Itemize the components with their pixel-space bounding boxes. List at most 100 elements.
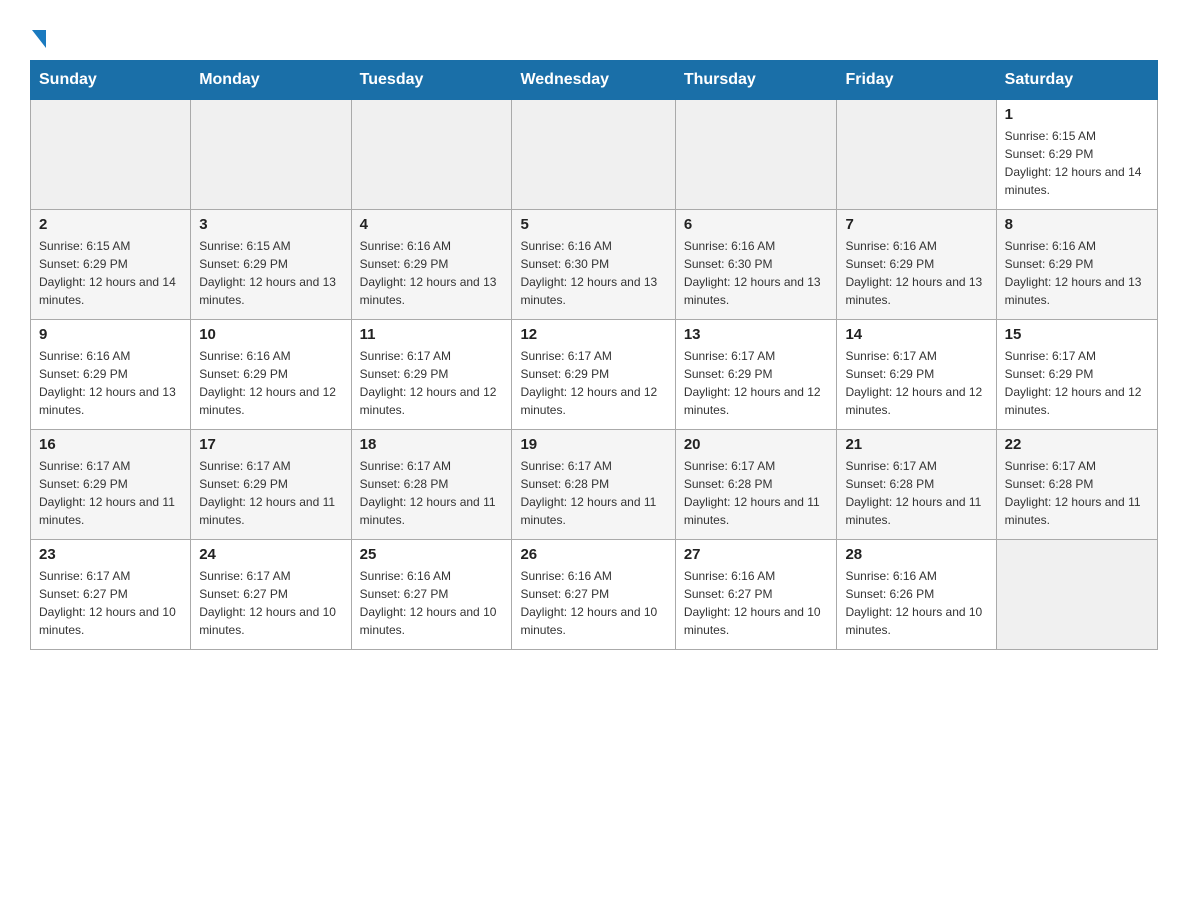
day-info: Sunrise: 6:17 AMSunset: 6:29 PMDaylight:… <box>845 347 987 419</box>
day-number: 25 <box>360 546 504 563</box>
day-info: Sunrise: 6:15 AMSunset: 6:29 PMDaylight:… <box>199 237 342 309</box>
calendar-cell: 17 Sunrise: 6:17 AMSunset: 6:29 PMDayligh… <box>191 430 351 540</box>
calendar-cell: 15 Sunrise: 6:17 AMSunset: 6:29 PMDayligh… <box>996 320 1157 430</box>
calendar-cell: 4 Sunrise: 6:16 AMSunset: 6:29 PMDaylight… <box>351 210 512 320</box>
day-info: Sunrise: 6:15 AMSunset: 6:29 PMDaylight:… <box>39 237 182 309</box>
calendar-cell: 18 Sunrise: 6:17 AMSunset: 6:28 PMDayligh… <box>351 430 512 540</box>
calendar-cell <box>351 100 512 210</box>
calendar-week-row: 23 Sunrise: 6:17 AMSunset: 6:27 PMDayligh… <box>31 540 1158 650</box>
calendar-cell: 10 Sunrise: 6:16 AMSunset: 6:29 PMDayligh… <box>191 320 351 430</box>
day-number: 15 <box>1005 326 1149 343</box>
calendar-cell: 6 Sunrise: 6:16 AMSunset: 6:30 PMDaylight… <box>675 210 837 320</box>
day-number: 28 <box>845 546 987 563</box>
calendar-cell: 24 Sunrise: 6:17 AMSunset: 6:27 PMDayligh… <box>191 540 351 650</box>
calendar-week-row: 9 Sunrise: 6:16 AMSunset: 6:29 PMDaylight… <box>31 320 1158 430</box>
day-info: Sunrise: 6:16 AMSunset: 6:29 PMDaylight:… <box>1005 237 1149 309</box>
day-number: 5 <box>520 216 666 233</box>
calendar-cell: 26Sunrise: 6:16 AMSunset: 6:27 PMDayligh… <box>512 540 675 650</box>
day-number: 18 <box>360 436 504 453</box>
calendar-cell: 20 Sunrise: 6:17 AMSunset: 6:28 PMDayligh… <box>675 430 837 540</box>
day-info: Sunrise: 6:16 AMSunset: 6:26 PMDaylight:… <box>845 567 987 639</box>
day-info: Sunrise: 6:16 AMSunset: 6:27 PMDaylight:… <box>360 567 504 639</box>
calendar-header-monday: Monday <box>191 61 351 100</box>
calendar-cell: 5 Sunrise: 6:16 AMSunset: 6:30 PMDaylight… <box>512 210 675 320</box>
day-info: Sunrise: 6:17 AMSunset: 6:27 PMDaylight:… <box>39 567 182 639</box>
day-number: 19 <box>520 436 666 453</box>
calendar-cell: 28 Sunrise: 6:16 AMSunset: 6:26 PMDayligh… <box>837 540 996 650</box>
day-info: Sunrise: 6:17 AMSunset: 6:28 PMDaylight:… <box>520 457 666 529</box>
day-number: 22 <box>1005 436 1149 453</box>
calendar-week-row: 16 Sunrise: 6:17 AMSunset: 6:29 PMDayligh… <box>31 430 1158 540</box>
calendar-cell: 21 Sunrise: 6:17 AMSunset: 6:28 PMDayligh… <box>837 430 996 540</box>
calendar-cell: 14 Sunrise: 6:17 AMSunset: 6:29 PMDayligh… <box>837 320 996 430</box>
day-number: 6 <box>684 216 829 233</box>
day-number: 23 <box>39 546 182 563</box>
day-info: Sunrise: 6:16 AMSunset: 6:29 PMDaylight:… <box>845 237 987 309</box>
day-number: 8 <box>1005 216 1149 233</box>
day-number: 9 <box>39 326 182 343</box>
day-number: 13 <box>684 326 829 343</box>
calendar-cell: 8 Sunrise: 6:16 AMSunset: 6:29 PMDaylight… <box>996 210 1157 320</box>
day-info: Sunrise: 6:17 AMSunset: 6:29 PMDaylight:… <box>520 347 666 419</box>
day-info: Sunrise: 6:16 AMSunset: 6:27 PMDaylight:… <box>520 567 666 639</box>
calendar-header-row: SundayMondayTuesdayWednesdayThursdayFrid… <box>31 61 1158 100</box>
calendar-cell <box>675 100 837 210</box>
day-info: Sunrise: 6:17 AMSunset: 6:29 PMDaylight:… <box>39 457 182 529</box>
day-number: 4 <box>360 216 504 233</box>
day-number: 20 <box>684 436 829 453</box>
day-number: 14 <box>845 326 987 343</box>
calendar-cell: 12 Sunrise: 6:17 AMSunset: 6:29 PMDayligh… <box>512 320 675 430</box>
calendar-cell <box>996 540 1157 650</box>
calendar-cell: 22 Sunrise: 6:17 AMSunset: 6:28 PMDayligh… <box>996 430 1157 540</box>
calendar-cell: 9 Sunrise: 6:16 AMSunset: 6:29 PMDaylight… <box>31 320 191 430</box>
day-info: Sunrise: 6:16 AMSunset: 6:29 PMDaylight:… <box>199 347 342 419</box>
calendar-table: SundayMondayTuesdayWednesdayThursdayFrid… <box>30 60 1158 650</box>
calendar-week-row: 2 Sunrise: 6:15 AMSunset: 6:29 PMDaylight… <box>31 210 1158 320</box>
day-info: Sunrise: 6:16 AMSunset: 6:30 PMDaylight:… <box>520 237 666 309</box>
day-number: 27 <box>684 546 829 563</box>
calendar-header-sunday: Sunday <box>31 61 191 100</box>
day-info: Sunrise: 6:17 AMSunset: 6:28 PMDaylight:… <box>360 457 504 529</box>
calendar-cell <box>191 100 351 210</box>
calendar-cell: 1 Sunrise: 6:15 AMSunset: 6:29 PMDaylight… <box>996 100 1157 210</box>
day-info: Sunrise: 6:17 AMSunset: 6:27 PMDaylight:… <box>199 567 342 639</box>
day-info: Sunrise: 6:16 AMSunset: 6:29 PMDaylight:… <box>39 347 182 419</box>
calendar-cell <box>31 100 191 210</box>
logo <box>30 30 46 50</box>
day-number: 24 <box>199 546 342 563</box>
day-info: Sunrise: 6:17 AMSunset: 6:29 PMDaylight:… <box>1005 347 1149 419</box>
day-info: Sunrise: 6:17 AMSunset: 6:28 PMDaylight:… <box>1005 457 1149 529</box>
day-number: 17 <box>199 436 342 453</box>
day-number: 7 <box>845 216 987 233</box>
calendar-cell: 19 Sunrise: 6:17 AMSunset: 6:28 PMDayligh… <box>512 430 675 540</box>
calendar-cell: 2 Sunrise: 6:15 AMSunset: 6:29 PMDaylight… <box>31 210 191 320</box>
calendar-cell: 3 Sunrise: 6:15 AMSunset: 6:29 PMDaylight… <box>191 210 351 320</box>
day-info: Sunrise: 6:17 AMSunset: 6:29 PMDaylight:… <box>199 457 342 529</box>
calendar-header-friday: Friday <box>837 61 996 100</box>
day-number: 2 <box>39 216 182 233</box>
day-number: 10 <box>199 326 342 343</box>
day-info: Sunrise: 6:16 AMSunset: 6:30 PMDaylight:… <box>684 237 829 309</box>
day-info: Sunrise: 6:15 AMSunset: 6:29 PMDaylight:… <box>1005 127 1149 199</box>
day-info: Sunrise: 6:16 AMSunset: 6:29 PMDaylight:… <box>360 237 504 309</box>
calendar-cell: 27Sunrise: 6:16 AMSunset: 6:27 PMDayligh… <box>675 540 837 650</box>
day-number: 11 <box>360 326 504 343</box>
day-number: 1 <box>1005 106 1149 123</box>
day-info: Sunrise: 6:17 AMSunset: 6:29 PMDaylight:… <box>684 347 829 419</box>
calendar-cell: 11Sunrise: 6:17 AMSunset: 6:29 PMDayligh… <box>351 320 512 430</box>
day-number: 12 <box>520 326 666 343</box>
day-number: 16 <box>39 436 182 453</box>
calendar-cell: 16 Sunrise: 6:17 AMSunset: 6:29 PMDayligh… <box>31 430 191 540</box>
calendar-header-saturday: Saturday <box>996 61 1157 100</box>
calendar-header-wednesday: Wednesday <box>512 61 675 100</box>
calendar-cell: 13 Sunrise: 6:17 AMSunset: 6:29 PMDayligh… <box>675 320 837 430</box>
calendar-cell: 25 Sunrise: 6:16 AMSunset: 6:27 PMDayligh… <box>351 540 512 650</box>
day-info: Sunrise: 6:17 AMSunset: 6:28 PMDaylight:… <box>684 457 829 529</box>
day-number: 21 <box>845 436 987 453</box>
day-info: Sunrise: 6:17 AMSunset: 6:28 PMDaylight:… <box>845 457 987 529</box>
calendar-cell: 23 Sunrise: 6:17 AMSunset: 6:27 PMDayligh… <box>31 540 191 650</box>
page-header <box>30 20 1158 50</box>
calendar-header-thursday: Thursday <box>675 61 837 100</box>
logo-triangle-icon <box>32 30 46 48</box>
day-number: 3 <box>199 216 342 233</box>
